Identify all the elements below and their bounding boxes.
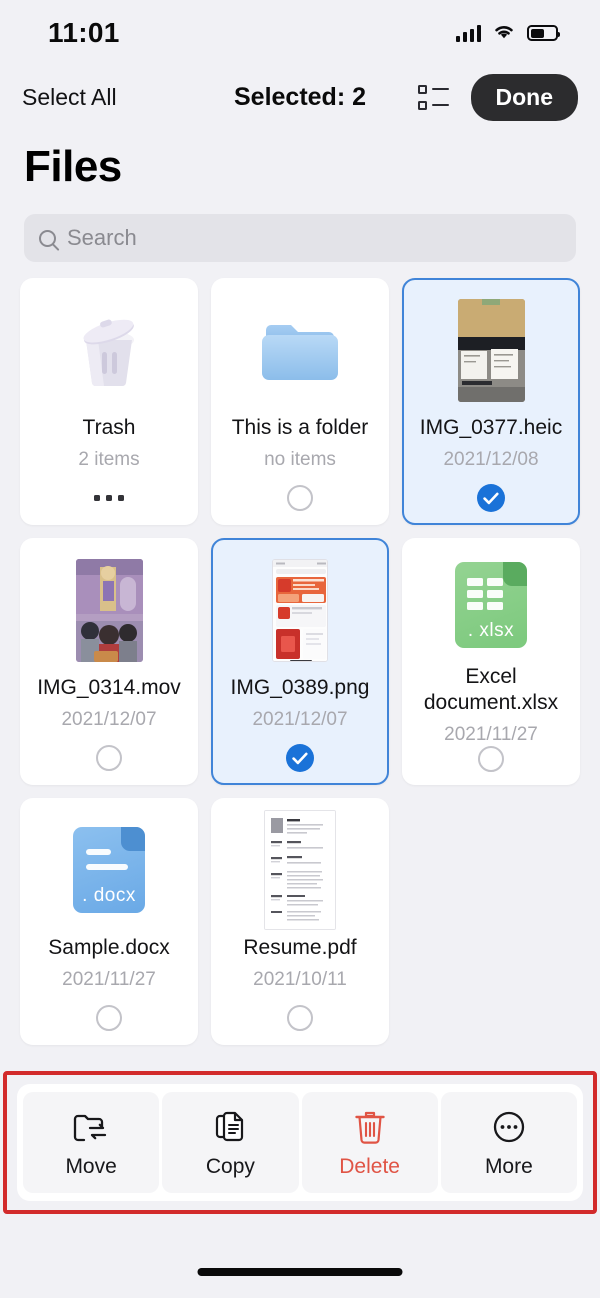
file-name: This is a folder [232,415,369,440]
file-thumbnail [412,294,570,406]
folder-move-icon [72,1108,110,1146]
file-card-resume-pdf[interactable]: Resume.pdf 2021/10/11 [211,798,389,1045]
more-circle-icon [492,1108,526,1146]
file-select-checkbox[interactable] [286,743,314,773]
file-name: Excel document.xlsx [412,664,570,714]
file-thumbnail [30,554,188,666]
copy-documents-icon [213,1108,247,1146]
file-extension-label: . xlsx [468,620,514,642]
file-subtitle: 2021/12/07 [61,709,156,731]
photo-thumbnail [458,299,525,402]
done-button[interactable]: Done [471,74,579,121]
file-card-folder[interactable]: This is a folder no items [211,278,389,525]
search-bar-container [0,192,600,262]
file-card-img-0377[interactable]: IMG_0377.heic 2021/12/08 [402,278,580,525]
selected-count-label: Selected: 2 [234,83,366,112]
status-bar: 11:01 [0,0,600,66]
file-select-checkbox[interactable] [287,1003,313,1033]
file-card-trash[interactable]: Trash 2 items [20,278,198,525]
more-button[interactable]: More [441,1092,577,1193]
status-bar-clock: 11:01 [48,17,120,49]
pdf-thumbnail [264,810,336,930]
files-app-screen: 11:01 Select All Selected: 2 Done Fi [0,0,600,1298]
screenshot-thumbnail [272,559,328,662]
file-name: Trash [83,415,136,440]
file-thumbnail [221,294,379,406]
file-card-excel-document[interactable]: . xlsx Excel document.xlsx 2021/11/27 [402,538,580,785]
file-name: IMG_0389.png [231,675,370,700]
status-bar-indicators [456,22,559,45]
unchecked-circle-icon[interactable] [96,745,122,771]
document-lines-icon [86,849,128,870]
nav-bar-right-group: Done [418,74,579,121]
file-card-menu[interactable] [94,483,124,513]
file-thumbnail: . docx [30,814,188,926]
more-button-label: More [485,1155,533,1179]
folder-icon [258,316,342,384]
file-select-checkbox[interactable] [287,483,313,513]
file-select-checkbox[interactable] [477,483,505,513]
video-thumbnail [76,559,143,662]
file-subtitle: 2021/11/27 [62,969,156,991]
move-button-label: Move [65,1155,116,1179]
cellular-signal-icon [456,25,482,42]
spreadsheet-grid-icon [467,578,503,610]
file-name: Sample.docx [48,935,169,960]
search-icon [39,230,56,247]
navigation-bar: Select All Selected: 2 Done [0,66,600,128]
wifi-icon [492,22,516,45]
trash-can-icon [353,1108,387,1146]
file-select-checkbox[interactable] [478,746,504,773]
search-input[interactable] [67,225,561,251]
checked-circle-icon[interactable] [286,744,314,772]
file-card-sample-docx[interactable]: . docx Sample.docx 2021/11/27 [20,798,198,1045]
checked-circle-icon[interactable] [477,484,505,512]
file-subtitle: no items [264,449,336,471]
file-subtitle: 2021/12/07 [252,709,347,731]
delete-button[interactable]: Delete [302,1092,438,1193]
file-subtitle: 2021/12/08 [443,449,538,471]
unchecked-circle-icon[interactable] [287,485,313,511]
file-subtitle: 2 items [78,449,139,471]
unchecked-circle-icon[interactable] [478,746,504,772]
trash-bin-icon [73,309,145,391]
ellipsis-icon[interactable] [94,495,124,501]
file-thumbnail [221,814,379,926]
search-bar[interactable] [24,214,576,262]
file-thumbnail: . xlsx [412,554,570,655]
page-fold [121,827,145,851]
action-toolbar: Move Copy [17,1084,583,1201]
file-card-img-0314[interactable]: IMG_0314.mov 2021/12/07 [20,538,198,785]
file-subtitle: 2021/10/11 [253,969,347,991]
copy-button[interactable]: Copy [162,1092,298,1193]
page-title: Files [0,128,600,192]
file-card-img-0389[interactable]: IMG_0389.png 2021/12/07 [211,538,389,785]
file-grid: Trash 2 items [0,262,600,1045]
docx-file-icon: . docx [73,827,145,913]
page-fold [503,562,527,586]
file-thumbnail [30,294,188,406]
list-view-icon[interactable] [418,85,449,110]
file-select-checkbox[interactable] [96,1003,122,1033]
unchecked-circle-icon[interactable] [96,1005,122,1031]
file-name: Resume.pdf [243,935,356,960]
battery-icon [527,25,558,41]
home-indicator [198,1268,403,1276]
file-select-checkbox[interactable] [96,743,122,773]
delete-button-label: Delete [339,1155,400,1179]
toolbar-annotation-highlight: Move Copy [3,1071,597,1214]
unchecked-circle-icon[interactable] [287,1005,313,1031]
file-thumbnail [221,554,379,666]
select-all-button[interactable]: Select All [22,84,117,111]
file-subtitle: 2021/11/27 [444,724,538,746]
file-extension-label: . docx [82,885,136,907]
file-name: IMG_0314.mov [37,675,181,700]
move-button[interactable]: Move [23,1092,159,1193]
xlsx-file-icon: . xlsx [455,562,527,648]
copy-button-label: Copy [206,1155,255,1179]
file-name: IMG_0377.heic [420,415,562,440]
